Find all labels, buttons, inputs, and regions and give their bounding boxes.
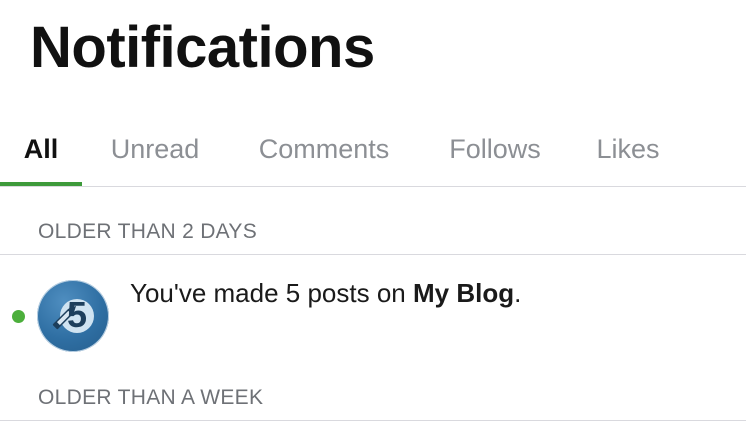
notifications-screen: Notifications All Unread Comments Follow… xyxy=(0,0,746,440)
notification-item[interactable]: 5 You've made 5 posts on My Blog. xyxy=(0,256,746,356)
tab-comments[interactable]: Comments xyxy=(244,112,404,186)
milestone-number: 5 xyxy=(67,294,88,335)
tab-follows[interactable]: Follows xyxy=(436,112,554,186)
blog-name: My Blog xyxy=(412,278,515,308)
section-header-older-than-a-week: OLDER THAN A WEEK xyxy=(0,354,746,421)
page-title: Notifications xyxy=(30,15,375,80)
tab-all[interactable]: All xyxy=(0,112,82,186)
notification-text-prefix: You've made 5 posts on xyxy=(130,278,413,308)
section-label: OLDER THAN 2 DAYS xyxy=(38,220,258,243)
tab-likes[interactable]: Likes xyxy=(586,112,670,186)
notification-text-suffix: . xyxy=(514,278,522,308)
section-header-older-than-2-days: OLDER THAN 2 DAYS xyxy=(0,188,746,255)
tab-unread[interactable]: Unread xyxy=(100,112,210,186)
pencil-milestone-icon: 5 xyxy=(37,280,109,352)
notification-text: You've made 5 posts on My Blog. xyxy=(130,278,521,309)
filter-tab-bar: All Unread Comments Follows Likes xyxy=(0,112,746,187)
section-label: OLDER THAN A WEEK xyxy=(38,386,264,409)
unread-indicator-dot xyxy=(12,310,25,323)
active-tab-indicator xyxy=(0,182,82,186)
